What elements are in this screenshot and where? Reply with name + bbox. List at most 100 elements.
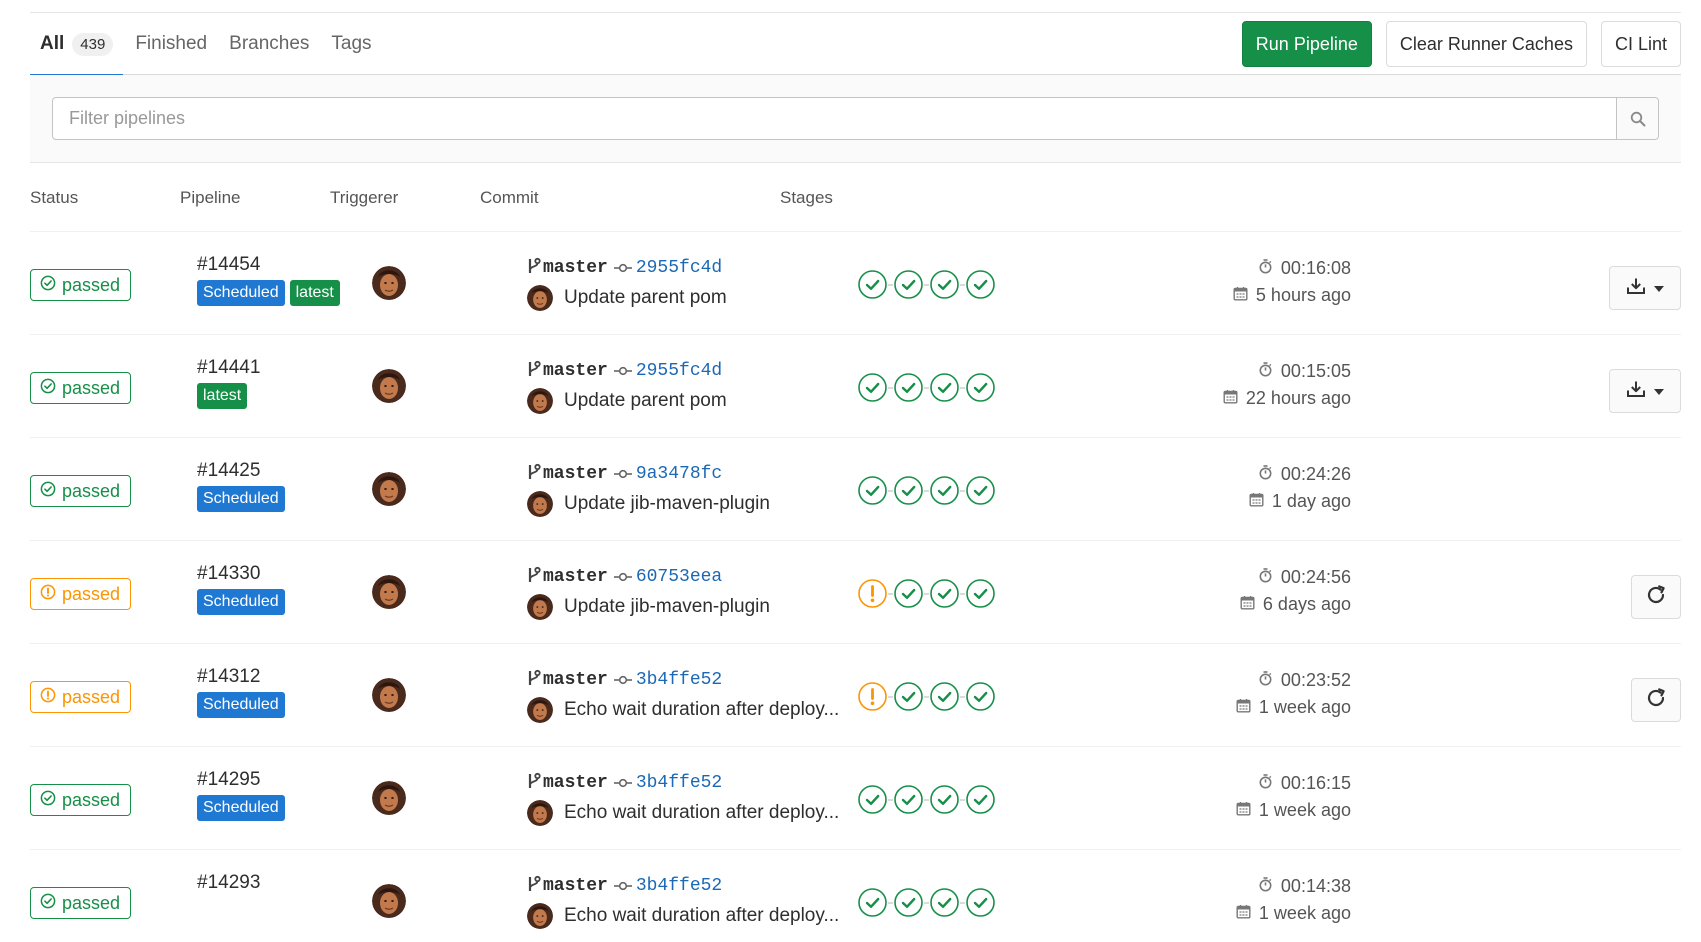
stage-success-icon[interactable] — [893, 269, 924, 300]
pipeline-tags: latest — [197, 383, 260, 409]
download-artifacts-button[interactable] — [1609, 266, 1681, 310]
pipeline-id-link[interactable]: #14425 — [197, 460, 285, 482]
retry-button[interactable] — [1631, 575, 1681, 619]
stage-warning-icon[interactable] — [857, 578, 888, 609]
triggerer-avatar[interactable] — [372, 678, 406, 712]
triggerer-avatar[interactable] — [372, 472, 406, 506]
stage-success-icon[interactable] — [929, 475, 960, 506]
commit-icon — [613, 777, 632, 789]
stage-success-icon[interactable] — [893, 578, 924, 609]
status-badge[interactable]: passed — [30, 681, 132, 713]
pipeline-id-link[interactable]: #14293 — [197, 872, 260, 894]
stage-success-icon[interactable] — [857, 887, 888, 918]
tab-all[interactable]: All 439 — [30, 13, 124, 76]
stage-success-icon[interactable] — [965, 475, 996, 506]
stage-success-icon[interactable] — [893, 887, 924, 918]
triggerer-avatar[interactable] — [372, 884, 406, 918]
pipeline-tags: Scheduled latest — [197, 280, 340, 306]
stage-success-icon[interactable] — [857, 784, 888, 815]
stages-graph — [857, 578, 996, 609]
commit-message-link[interactable]: Echo wait duration after deploy... — [564, 699, 839, 721]
triggerer-avatar[interactable] — [372, 781, 406, 815]
branch-name-link[interactable]: master — [543, 670, 608, 690]
stage-success-icon[interactable] — [893, 681, 924, 712]
triggerer-avatar[interactable] — [372, 369, 406, 403]
status-badge[interactable]: passed — [30, 784, 132, 816]
pipeline-id-link[interactable]: #14295 — [197, 769, 285, 791]
branch-name-link[interactable]: master — [543, 361, 608, 381]
commit-message-link[interactable]: Echo wait duration after deploy... — [564, 802, 839, 824]
stage-success-icon[interactable] — [857, 269, 888, 300]
commit-author-avatar[interactable] — [527, 491, 553, 517]
pipeline-id-link[interactable]: #14312 — [197, 666, 285, 688]
commit-sha-link[interactable]: 3b4ffe52 — [636, 876, 722, 896]
stage-success-icon[interactable] — [893, 784, 924, 815]
stage-success-icon[interactable] — [965, 578, 996, 609]
branch-name-link[interactable]: master — [543, 773, 608, 793]
commit-sha-link[interactable]: 9a3478fc — [636, 464, 722, 484]
commit-author-avatar[interactable] — [527, 594, 553, 620]
commit-message-link[interactable]: Update jib-maven-plugin — [564, 493, 770, 515]
commit-sha-link[interactable]: 2955fc4d — [636, 258, 722, 278]
branch-name-link[interactable]: master — [543, 258, 608, 278]
tab-label: Finished — [135, 33, 208, 54]
commit-message-link[interactable]: Update parent pom — [564, 390, 727, 412]
clear-runner-caches-button[interactable]: Clear Runner Caches — [1385, 21, 1587, 67]
tab-branches[interactable]: Branches — [219, 13, 319, 75]
stage-success-icon[interactable] — [965, 681, 996, 712]
commit-sha-link[interactable]: 2955fc4d — [636, 361, 722, 381]
commit-message-link[interactable]: Update parent pom — [564, 287, 727, 309]
stage-success-icon[interactable] — [929, 372, 960, 403]
stage-success-icon[interactable] — [965, 372, 996, 403]
filter-pipelines-input[interactable] — [53, 98, 1616, 139]
ref-line: master 2955fc4d — [527, 256, 847, 280]
stage-success-icon[interactable] — [893, 372, 924, 403]
pipeline-id-link[interactable]: #14330 — [197, 563, 285, 585]
status-badge[interactable]: passed — [30, 578, 132, 610]
stage-success-icon[interactable] — [965, 887, 996, 918]
status-badge[interactable]: passed — [30, 887, 132, 919]
stage-success-icon[interactable] — [929, 269, 960, 300]
stage-success-icon[interactable] — [857, 475, 888, 506]
commit-message-link[interactable]: Echo wait duration after deploy... — [564, 905, 839, 927]
commit-sha-link[interactable]: 3b4ffe52 — [636, 670, 722, 690]
commit-author-avatar[interactable] — [527, 800, 553, 826]
stage-success-icon[interactable] — [929, 681, 960, 712]
pipeline-cell: #14330 Scheduled — [197, 563, 285, 615]
status-badge[interactable]: passed — [30, 372, 132, 404]
retry-button[interactable] — [1631, 678, 1681, 722]
run-pipeline-button[interactable]: Run Pipeline — [1241, 21, 1372, 67]
duration-text: 00:15:05 — [1280, 360, 1351, 381]
search-button[interactable] — [1616, 98, 1658, 139]
branch-name-link[interactable]: master — [543, 464, 608, 484]
commit-sha-link[interactable]: 60753eea — [636, 567, 722, 587]
stage-success-icon[interactable] — [893, 475, 924, 506]
status-icon — [40, 584, 56, 605]
branch-name-link[interactable]: master — [543, 567, 608, 587]
commit-author-avatar[interactable] — [527, 903, 553, 929]
table-row: passed #14441 latest master 2955fc4d Upd… — [30, 335, 1681, 438]
stage-success-icon[interactable] — [857, 372, 888, 403]
commit-sha-link[interactable]: 3b4ffe52 — [636, 773, 722, 793]
commit-message-link[interactable]: Update jib-maven-plugin — [564, 596, 770, 618]
tab-finished[interactable]: Finished — [125, 13, 217, 75]
stage-success-icon[interactable] — [965, 784, 996, 815]
status-badge[interactable]: passed — [30, 475, 132, 507]
status-badge[interactable]: passed — [30, 269, 132, 301]
tab-tags[interactable]: Tags — [321, 13, 381, 75]
stage-success-icon[interactable] — [965, 269, 996, 300]
stage-warning-icon[interactable] — [857, 681, 888, 712]
commit-author-avatar[interactable] — [527, 697, 553, 723]
download-artifacts-button[interactable] — [1609, 369, 1681, 413]
triggerer-avatar[interactable] — [372, 266, 406, 300]
branch-name-link[interactable]: master — [543, 876, 608, 896]
commit-author-avatar[interactable] — [527, 285, 553, 311]
stage-success-icon[interactable] — [929, 887, 960, 918]
pipeline-id-link[interactable]: #14441 — [197, 357, 260, 379]
pipeline-id-link[interactable]: #14454 — [197, 254, 340, 276]
stage-success-icon[interactable] — [929, 578, 960, 609]
commit-author-avatar[interactable] — [527, 388, 553, 414]
stage-success-icon[interactable] — [929, 784, 960, 815]
ci-lint-button[interactable]: CI Lint — [1600, 21, 1681, 67]
triggerer-avatar[interactable] — [372, 575, 406, 609]
